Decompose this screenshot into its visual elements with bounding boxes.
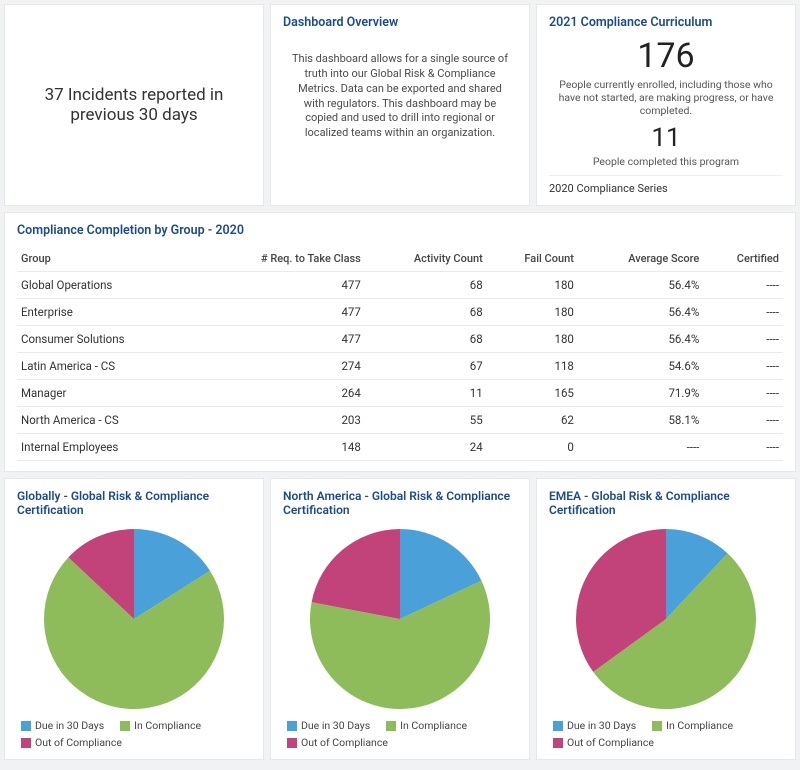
cell: 180 xyxy=(487,325,578,352)
cell: Manager xyxy=(17,379,194,406)
cell: 11 xyxy=(365,379,487,406)
chart-title: Globally - Global Risk & Compliance Cert… xyxy=(17,489,251,519)
swatch-icon xyxy=(553,721,563,731)
col-fail[interactable]: Fail Count xyxy=(487,246,578,272)
col-req[interactable]: # Req. to Take Class xyxy=(194,246,365,272)
legend-item-due[interactable]: Due in 30 Days xyxy=(287,719,370,732)
legend-item-in[interactable]: In Compliance xyxy=(386,719,467,732)
cell: 165 xyxy=(487,379,578,406)
cell: 203 xyxy=(194,406,365,433)
swatch-icon xyxy=(287,738,297,748)
cell: Latin America - CS xyxy=(17,352,194,379)
cell: ---- xyxy=(703,433,783,460)
cell: 180 xyxy=(487,271,578,298)
table-row[interactable]: Latin America - CS2746711854.6%---- xyxy=(17,352,783,379)
legend-item-due[interactable]: Due in 30 Days xyxy=(21,719,104,732)
col-group[interactable]: Group xyxy=(17,246,194,272)
cell: ---- xyxy=(578,433,703,460)
swatch-icon xyxy=(21,738,31,748)
cell: ---- xyxy=(703,298,783,325)
cell: 68 xyxy=(365,271,487,298)
cell: 58.1% xyxy=(578,406,703,433)
legend-item-out[interactable]: Out of Compliance xyxy=(287,736,388,749)
cell: 55 xyxy=(365,406,487,433)
enrolled-count: 176 xyxy=(549,36,783,76)
col-certified[interactable]: Certified xyxy=(703,246,783,272)
cell: 62 xyxy=(487,406,578,433)
table-row[interactable]: Manager2641116571.9%---- xyxy=(17,379,783,406)
cell: ---- xyxy=(703,406,783,433)
col-score[interactable]: Average Score xyxy=(578,246,703,272)
cell: Consumer Solutions xyxy=(17,325,194,352)
cell: 477 xyxy=(194,298,365,325)
completed-count: 11 xyxy=(549,123,783,153)
legend-item-in[interactable]: In Compliance xyxy=(652,719,733,732)
enrolled-caption: People currently enrolled, including tho… xyxy=(549,78,783,117)
completion-table-card: Compliance Completion by Group - 2020 Gr… xyxy=(4,212,796,472)
table-row[interactable]: Enterprise4776818056.4%---- xyxy=(17,298,783,325)
cell: 24 xyxy=(365,433,487,460)
swatch-icon xyxy=(21,721,31,731)
cell: 148 xyxy=(194,433,365,460)
legend-item-out[interactable]: Out of Compliance xyxy=(553,736,654,749)
table-row[interactable]: North America - CS203556258.1%---- xyxy=(17,406,783,433)
curriculum-card: 2021 Compliance Curriculum 176 People cu… xyxy=(536,4,796,206)
legend-item-out[interactable]: Out of Compliance xyxy=(21,736,122,749)
overview-body: This dashboard allows for a single sourc… xyxy=(283,38,517,155)
col-activity[interactable]: Activity Count xyxy=(365,246,487,272)
cell: 67 xyxy=(365,352,487,379)
cell: 71.9% xyxy=(578,379,703,406)
cell: North America - CS xyxy=(17,406,194,433)
completed-caption: People completed this program xyxy=(549,155,783,168)
table-row[interactable]: Consumer Solutions4776818056.4%---- xyxy=(17,325,783,352)
overview-title: Dashboard Overview xyxy=(283,15,517,30)
completion-table: Group # Req. to Take Class Activity Coun… xyxy=(17,246,783,461)
overview-card: Dashboard Overview This dashboard allows… xyxy=(270,4,530,206)
cell: Internal Employees xyxy=(17,433,194,460)
legend-item-in[interactable]: In Compliance xyxy=(120,719,201,732)
cell: ---- xyxy=(703,379,783,406)
curriculum-title: 2021 Compliance Curriculum xyxy=(549,15,783,30)
pie-chart xyxy=(549,523,783,713)
cell: 56.4% xyxy=(578,298,703,325)
swatch-icon xyxy=(652,721,662,731)
cell: ---- xyxy=(703,352,783,379)
pie-chart xyxy=(283,523,517,713)
table-row[interactable]: Internal Employees148240-------- xyxy=(17,433,783,460)
legend-item-due[interactable]: Due in 30 Days xyxy=(553,719,636,732)
incidents-text: 37 Incidents reported in previous 30 day… xyxy=(17,85,251,125)
table-header-row: Group # Req. to Take Class Activity Coun… xyxy=(17,246,783,272)
cell: Enterprise xyxy=(17,298,194,325)
cell: 274 xyxy=(194,352,365,379)
swatch-icon xyxy=(553,738,563,748)
pie-chart-card: North America - Global Risk & Compliance… xyxy=(270,478,530,760)
cell: ---- xyxy=(703,325,783,352)
series-link[interactable]: 2020 Compliance Series xyxy=(549,175,783,195)
cell: 56.4% xyxy=(578,271,703,298)
cell: 180 xyxy=(487,298,578,325)
incidents-card: 37 Incidents reported in previous 30 day… xyxy=(4,4,264,206)
cell: 477 xyxy=(194,325,365,352)
cell: 264 xyxy=(194,379,365,406)
cell: Global Operations xyxy=(17,271,194,298)
pie-chart xyxy=(17,523,251,713)
chart-title: North America - Global Risk & Compliance… xyxy=(283,489,517,519)
swatch-icon xyxy=(386,721,396,731)
cell: 0 xyxy=(487,433,578,460)
swatch-icon xyxy=(120,721,130,731)
swatch-icon xyxy=(287,721,297,731)
pie-chart-card: EMEA - Global Risk & Compliance Certific… xyxy=(536,478,796,760)
chart-title: EMEA - Global Risk & Compliance Certific… xyxy=(549,489,783,519)
table-title: Compliance Completion by Group - 2020 xyxy=(17,223,783,238)
cell: 477 xyxy=(194,271,365,298)
cell: 68 xyxy=(365,298,487,325)
cell: 56.4% xyxy=(578,325,703,352)
pie-chart-card: Globally - Global Risk & Compliance Cert… xyxy=(4,478,264,760)
cell: 54.6% xyxy=(578,352,703,379)
cell: 118 xyxy=(487,352,578,379)
cell: 68 xyxy=(365,325,487,352)
table-row[interactable]: Global Operations4776818056.4%---- xyxy=(17,271,783,298)
cell: ---- xyxy=(703,271,783,298)
